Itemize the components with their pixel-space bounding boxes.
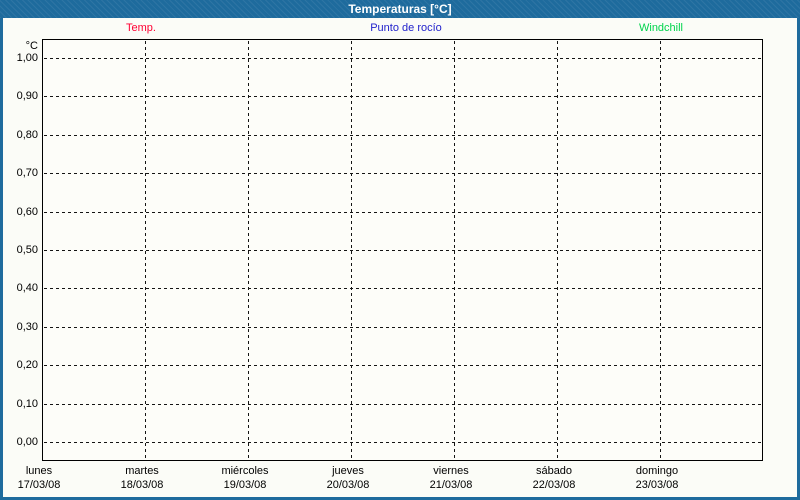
window-border-left [0,18,3,500]
day-date: 23/03/08 [635,479,679,491]
h-gridline [44,212,761,213]
h-gridline [44,58,761,59]
y-tick-label: 0,20 [16,359,38,371]
legend-item-windchill: Windchill [638,22,684,34]
day-date: 22/03/08 [532,479,576,491]
x-day-label: domingo 23/03/08 [607,464,707,492]
day-date: 17/03/08 [17,479,61,491]
v-gridline [557,41,558,460]
y-tick-label: 0,40 [16,282,38,294]
x-day-label: lunes 17/03/08 [0,464,89,492]
day-name: lunes [25,465,53,477]
v-gridline [248,41,249,460]
day-date: 18/03/08 [120,479,164,491]
x-day-label: sábado 22/03/08 [504,464,604,492]
x-day-label: miércoles 19/03/08 [195,464,295,492]
day-name: sábado [535,465,573,477]
v-gridline [145,41,146,460]
h-gridline [44,288,761,289]
y-tick-label: 0,90 [16,90,38,102]
y-tick-label: 0,50 [16,244,38,256]
h-gridline [44,250,761,251]
day-name: jueves [332,465,364,477]
day-name: martes [125,465,159,477]
h-gridline [44,96,761,97]
day-name: miércoles [221,465,269,477]
day-name: viernes [433,465,469,477]
y-tick-label: 0,00 [16,436,38,448]
v-gridline [660,41,661,460]
v-gridline [351,41,352,460]
h-gridline [44,404,761,405]
day-date: 21/03/08 [429,479,473,491]
chart-title: Temperaturas [°C] [348,2,452,16]
day-date: 19/03/08 [223,479,267,491]
legend-item-dew-point: Punto de rocío [370,22,442,34]
day-name: domingo [635,465,679,477]
y-tick-label: 1,00 [16,52,38,64]
h-gridline [44,327,761,328]
x-day-label: jueves 20/03/08 [298,464,398,492]
v-gridline [454,41,455,460]
y-tick-label: 0,30 [16,321,38,333]
chart-window: Temperaturas [°C] Temp. Punto de rocío W… [0,0,800,500]
h-gridline [44,365,761,366]
y-tick-label: 0,80 [16,129,38,141]
h-gridline [44,173,761,174]
y-tick-label: 0,10 [16,398,38,410]
y-tick-label: 0,60 [16,206,38,218]
x-day-label: viernes 21/03/08 [401,464,501,492]
legend-item-temp: Temp. [126,22,156,34]
h-gridline [44,442,761,443]
h-gridline [44,135,761,136]
x-day-label: martes 18/03/08 [92,464,192,492]
y-tick-label: 0,70 [16,167,38,179]
chart-title-bar: Temperaturas [°C] [0,0,800,18]
day-date: 20/03/08 [326,479,370,491]
